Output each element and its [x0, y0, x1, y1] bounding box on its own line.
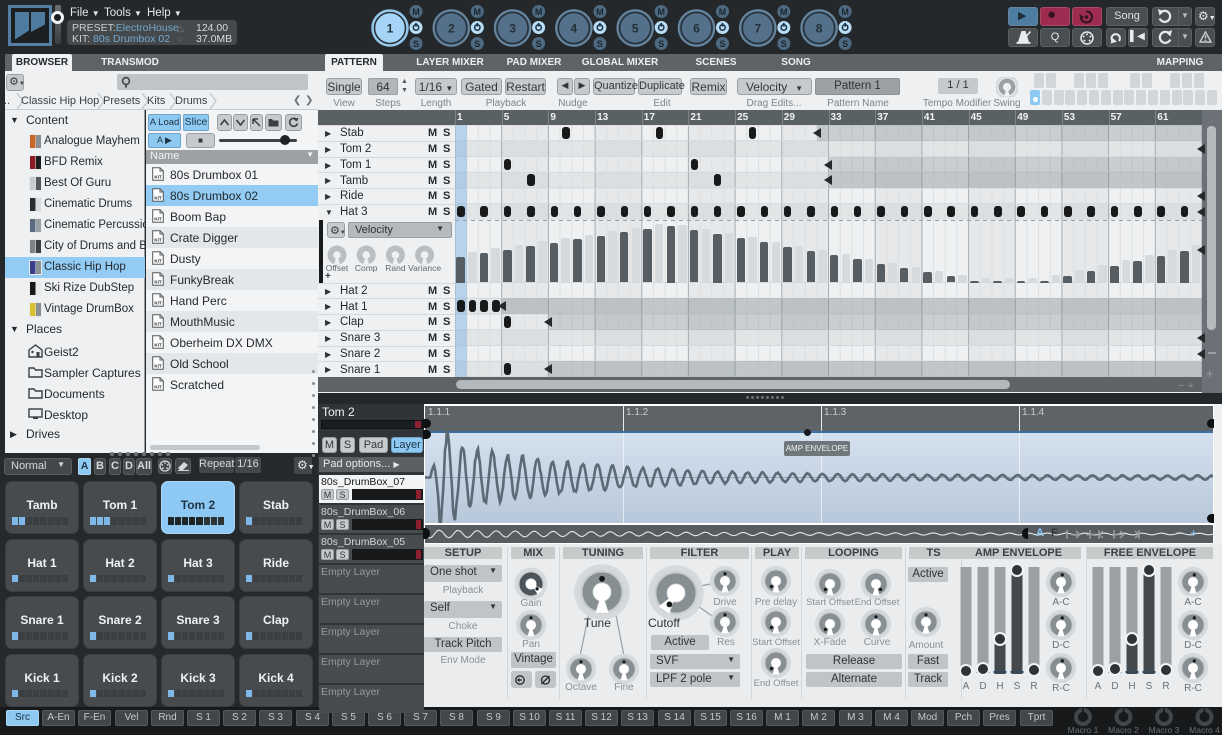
svg-text:H: H: [1128, 681, 1135, 692]
svg-text:S: S: [658, 39, 664, 49]
svg-text:M: M: [780, 7, 788, 17]
svg-text:D: D: [1111, 681, 1118, 692]
svg-text:6: 6: [693, 22, 700, 36]
svg-text:1: 1: [387, 22, 394, 36]
svg-text:A: A: [1095, 681, 1102, 692]
svg-text:4: 4: [571, 22, 578, 36]
svg-text:KIT: KIT: [154, 322, 162, 327]
svg-text:Macro 2: Macro 2: [1108, 725, 1139, 735]
svg-text:D-C: D-C: [1184, 640, 1202, 651]
svg-text:D: D: [979, 681, 986, 692]
svg-text:M: M: [535, 7, 543, 17]
svg-text:S: S: [781, 39, 787, 49]
svg-text:KIT: KIT: [154, 301, 162, 306]
svg-text:S: S: [597, 39, 603, 49]
svg-text:S: S: [1014, 681, 1021, 692]
svg-text:5: 5: [632, 22, 639, 36]
svg-text:R-C: R-C: [1052, 683, 1070, 694]
svg-text:M: M: [841, 7, 849, 17]
svg-text:D-C: D-C: [1052, 640, 1070, 651]
svg-text:R-C: R-C: [1184, 683, 1202, 694]
svg-text:A: A: [963, 681, 970, 692]
svg-text:M: M: [596, 7, 604, 17]
svg-text:KIT: KIT: [154, 364, 162, 369]
svg-text:Comp: Comp: [355, 263, 378, 272]
svg-text:KIT: KIT: [154, 196, 162, 201]
svg-text:S: S: [413, 39, 419, 49]
svg-text:KIT: KIT: [154, 238, 162, 243]
svg-text:KIT: KIT: [154, 385, 162, 390]
svg-text:M: M: [719, 7, 727, 17]
svg-text:M: M: [657, 7, 665, 17]
svg-text:Macro 4: Macro 4: [1189, 725, 1220, 735]
svg-text:H: H: [996, 681, 1003, 692]
svg-text:KIT: KIT: [154, 175, 162, 180]
svg-text:M: M: [474, 7, 482, 17]
svg-text:S: S: [474, 39, 480, 49]
svg-text:S: S: [842, 39, 848, 49]
svg-text:R: R: [1162, 681, 1169, 692]
svg-text:KIT: KIT: [154, 280, 162, 285]
svg-text:KIT: KIT: [154, 217, 162, 222]
svg-text:A-C: A-C: [1184, 597, 1201, 608]
svg-text:M: M: [412, 7, 420, 17]
svg-text:S: S: [536, 39, 542, 49]
svg-text:Macro 1: Macro 1: [1068, 725, 1099, 735]
svg-text:8: 8: [816, 22, 823, 36]
svg-text:3: 3: [509, 22, 516, 36]
svg-text:KIT: KIT: [154, 343, 162, 348]
svg-text:R: R: [1030, 681, 1037, 692]
svg-text:S: S: [1146, 681, 1153, 692]
svg-text:A-C: A-C: [1052, 597, 1069, 608]
svg-text:7: 7: [754, 22, 761, 36]
svg-text:Rand: Rand: [385, 263, 406, 272]
svg-text:2: 2: [448, 22, 455, 36]
svg-text:Macro 3: Macro 3: [1149, 725, 1180, 735]
svg-text:Variance: Variance: [408, 263, 441, 272]
svg-text:S: S: [719, 39, 725, 49]
svg-text:KIT: KIT: [154, 259, 162, 264]
